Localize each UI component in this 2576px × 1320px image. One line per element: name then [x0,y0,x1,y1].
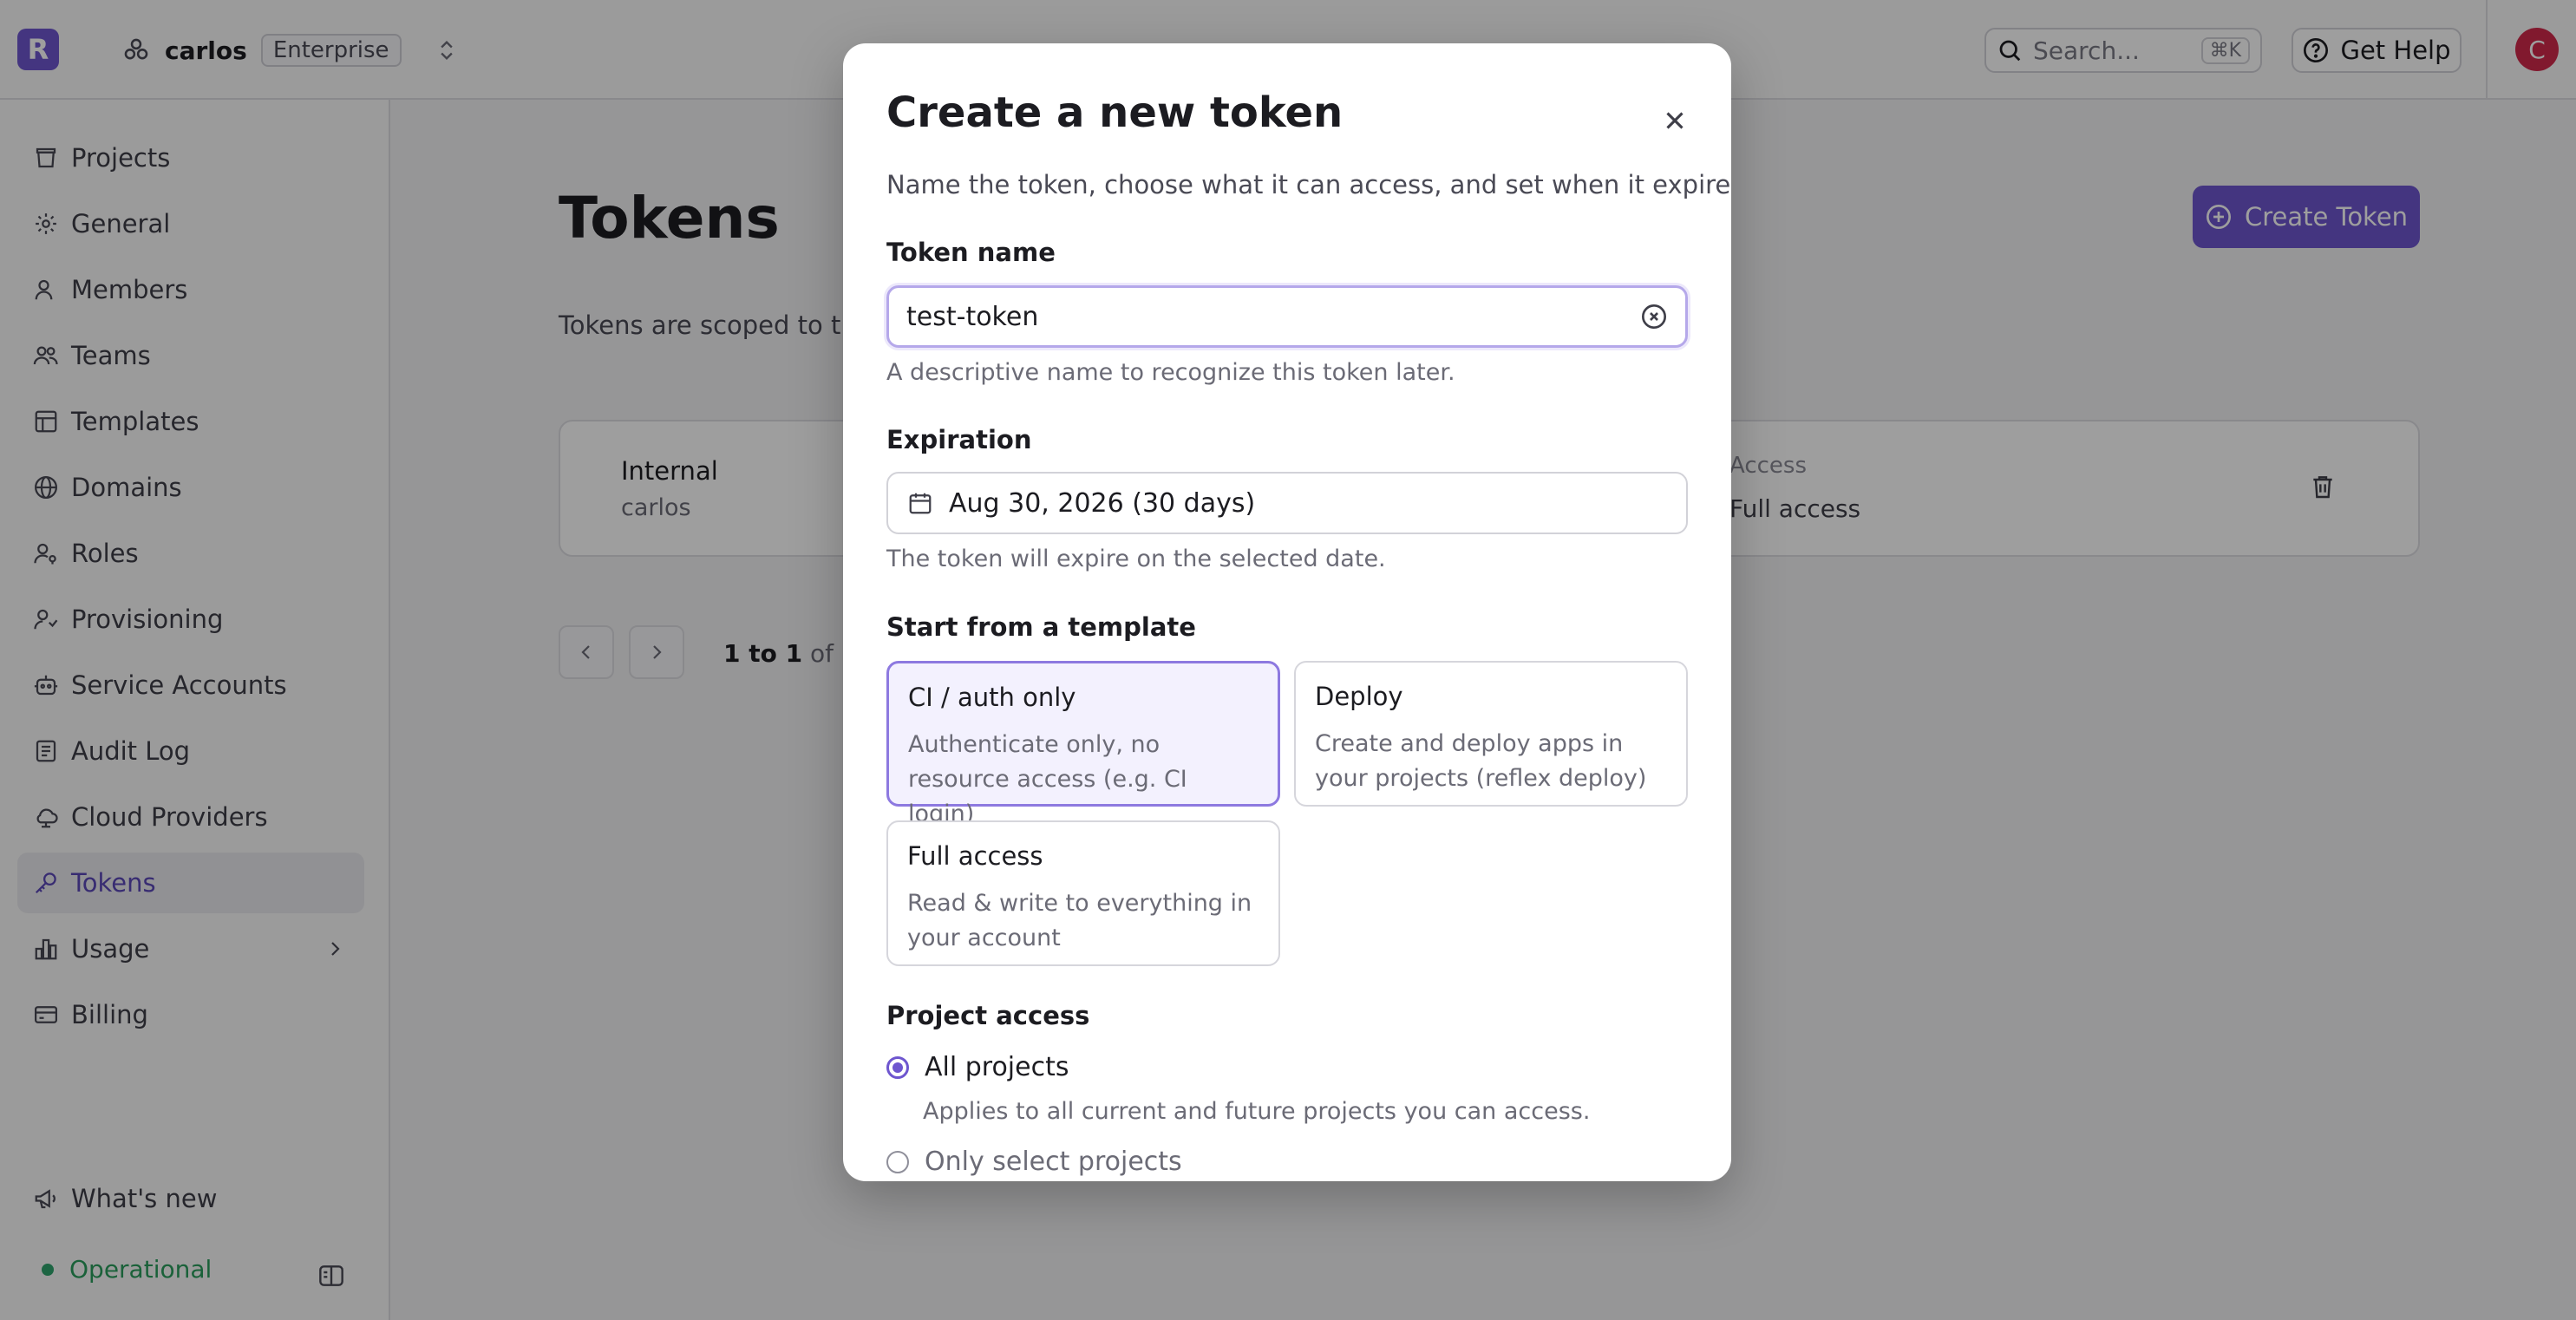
expiration-date-picker[interactable]: Aug 30, 2026 (30 days) [886,472,1688,534]
dialog-title: Create a new token [886,88,1344,137]
radio-button[interactable] [886,1150,909,1173]
template-deploy[interactable]: Deploy Create and deploy apps in your pr… [1294,661,1688,807]
radio-label: Only select projects [925,1147,1182,1177]
calendar-icon [909,493,932,514]
token-name-hint: A descriptive name to recognize this tok… [886,359,1455,386]
dialog-description: Name the token, choose what it can acces… [886,170,1731,199]
radio-all-projects[interactable]: All projects [886,1052,1069,1082]
token-name-input[interactable]: test-token [886,285,1688,348]
expiration-value: Aug 30, 2026 (30 days) [949,487,1256,519]
radio-description: Applies to all current and future projec… [923,1098,1591,1125]
project-access-label: Project access [886,1001,1090,1030]
clear-icon[interactable] [1640,303,1668,330]
close-icon[interactable] [1660,106,1690,135]
template-title: Full access [907,841,1043,871]
expiration-hint: The token will expire on the selected da… [886,546,1386,572]
radio-button[interactable] [886,1055,909,1079]
create-token-dialog: Create a new token Name the token, choos… [843,43,1731,1181]
template-description: Read & write to everything in your accou… [907,890,1252,951]
radio-label: All projects [925,1052,1069,1082]
token-name-value: test-token [906,301,1039,332]
expiration-label: Expiration [886,425,1032,454]
template-description: Authenticate only, no resource access (e… [908,731,1187,827]
template-ci-auth-only[interactable]: CI / auth only Authenticate only, no res… [886,661,1280,827]
template-section-label: Start from a template [886,612,1196,642]
template-title: CI / auth only [908,683,1076,712]
template-full-access[interactable]: Full access Read & write to everything i… [886,820,1280,966]
token-name-label: Token name [886,238,1056,267]
template-description: Create and deploy apps in your projects … [1315,730,1647,792]
radio-select-projects[interactable]: Only select projects [886,1147,1182,1177]
template-title: Deploy [1315,682,1403,711]
